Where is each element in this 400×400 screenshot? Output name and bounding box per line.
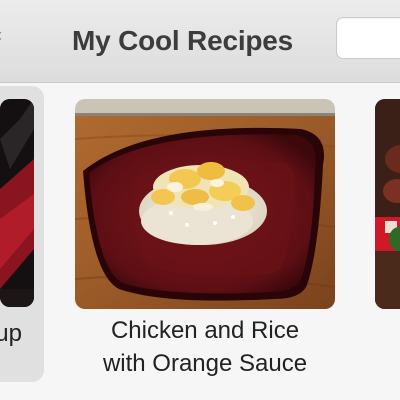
recipes-window: ‹ My Cool Recipes up bbox=[0, 0, 400, 400]
recipe-caption-line-2: with Orange Sauce bbox=[102, 350, 308, 377]
recipe-card[interactable] bbox=[375, 83, 400, 383]
window-title: My Cool Recipes bbox=[72, 25, 294, 56]
recipe-photo-chicken-rice bbox=[75, 99, 335, 309]
recipe-photo-red-dish bbox=[0, 99, 34, 307]
recipe-card[interactable]: Chicken and Rice with Orange Sauce bbox=[75, 83, 337, 383]
recipe-collection: up Chicken and Rice with Orange Sauce bbox=[0, 83, 400, 400]
recipe-caption: up bbox=[0, 320, 22, 347]
recipe-photo-dark-dish bbox=[375, 99, 400, 309]
recipe-caption-line-1: Chicken and Rice bbox=[110, 317, 300, 344]
back-chevron-icon[interactable]: ‹ bbox=[0, 26, 6, 44]
search-input[interactable] bbox=[336, 17, 400, 59]
recipe-card[interactable]: up bbox=[0, 83, 50, 383]
title-bar: ‹ My Cool Recipes bbox=[0, 0, 400, 83]
